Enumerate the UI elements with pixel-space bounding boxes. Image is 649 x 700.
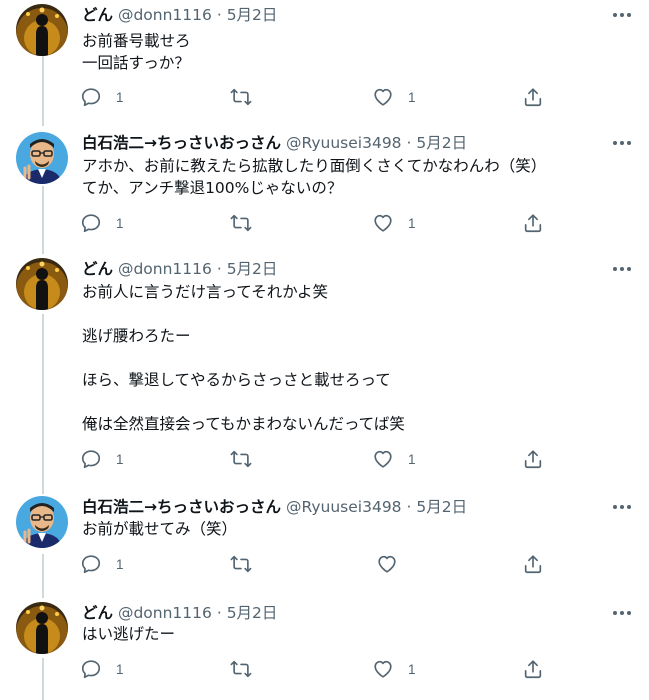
retweet-icon (230, 555, 252, 573)
tweet-date[interactable]: 5月2日 (227, 260, 278, 278)
reply-icon (81, 214, 101, 233)
tweet-text: お前番号載せろ 一回話すっか？ (82, 32, 191, 72)
like-icon (374, 450, 392, 468)
more-icon[interactable] (608, 602, 636, 624)
retweet-icon (230, 450, 252, 468)
dark-figure-avatar[interactable] (16, 602, 68, 654)
separator-dot: · (406, 134, 412, 152)
reply-button[interactable]: 1 (80, 212, 124, 234)
tweet-date[interactable]: 5月2日 (227, 604, 278, 622)
like-count: 1 (408, 89, 416, 105)
share-icon (524, 555, 542, 574)
like-count: 1 (408, 451, 416, 467)
more-icon[interactable] (608, 258, 636, 280)
tweet-header: どん @donn1116 · 5月2日 (82, 602, 277, 624)
like-count: 1 (408, 661, 416, 677)
like-button[interactable]: 1 (372, 86, 416, 108)
user-handle[interactable]: @donn1116 (118, 6, 212, 24)
reply-count: 1 (116, 451, 124, 467)
tweet-text: お前が載せてみ（笑） (82, 520, 238, 538)
like-button[interactable]: 1 (372, 448, 416, 470)
retweet-button[interactable] (230, 658, 266, 680)
more-icon[interactable] (608, 132, 636, 154)
retweet-button[interactable] (230, 448, 266, 470)
display-name[interactable]: どん (82, 6, 113, 24)
separator-dot: · (216, 260, 222, 278)
like-button[interactable] (376, 553, 412, 575)
retweet-button[interactable] (230, 212, 266, 234)
user-handle[interactable]: @donn1116 (118, 260, 212, 278)
separator-dot: · (216, 6, 222, 24)
tweet-text: はい逃げたー (82, 625, 176, 643)
tweet-header: 白石浩二→ちっさいおっさん @Ryuusei3498 · 5月2日 (82, 132, 467, 154)
reply-icon (81, 555, 101, 574)
tweet-date[interactable]: 5月2日 (416, 134, 467, 152)
display-name[interactable]: 白石浩二→ちっさいおっさん (82, 498, 281, 516)
display-name[interactable]: 白石浩二→ちっさいおっさん (82, 134, 281, 152)
reply-icon (81, 88, 101, 107)
tweet-text: お前人に言うだけ言ってそれかよ笑 逃げ腰わろたー ほら、撃退してやるからさっさと… (82, 283, 405, 433)
like-button[interactable]: 1 (372, 212, 416, 234)
share-icon (524, 214, 542, 233)
reply-count: 1 (116, 215, 124, 231)
reply-button[interactable]: 1 (80, 553, 124, 575)
like-icon (374, 214, 392, 232)
tweet-actions: 1 (80, 553, 550, 575)
display-name[interactable]: どん (82, 604, 113, 622)
tweet-actions: 1 1 (80, 86, 550, 108)
share-icon (524, 88, 542, 107)
tweet-actions: 1 1 (80, 212, 550, 234)
retweet-button[interactable] (230, 86, 266, 108)
share-button[interactable] (522, 658, 544, 680)
dark-figure-avatar[interactable] (16, 4, 68, 56)
tweet[interactable]: 白石浩二→ちっさいおっさん @Ryuusei3498 · 5月2日 アホか、お前… (0, 132, 649, 240)
tweet-date[interactable]: 5月2日 (227, 6, 278, 24)
retweet-icon (230, 660, 252, 678)
reply-button[interactable]: 1 (80, 86, 124, 108)
share-button[interactable] (522, 86, 544, 108)
user-handle[interactable]: @Ryuusei3498 (286, 498, 402, 516)
tweet-date[interactable]: 5月2日 (416, 498, 467, 516)
share-button[interactable] (522, 553, 544, 575)
tweet[interactable]: どん @donn1116 · 5月2日 はい逃げたー 1 1 (0, 602, 649, 690)
share-icon (524, 660, 542, 679)
reply-button[interactable]: 1 (80, 658, 124, 680)
more-icon[interactable] (608, 496, 636, 518)
like-icon (374, 660, 392, 678)
share-button[interactable] (522, 448, 544, 470)
separator-dot: · (216, 604, 222, 622)
reply-count: 1 (116, 556, 124, 572)
retweet-button[interactable] (230, 553, 266, 575)
share-icon (524, 450, 542, 469)
dark-figure-avatar[interactable] (16, 258, 68, 310)
cartoon-man-avatar[interactable] (16, 496, 68, 548)
tweet-header: どん @donn1116 · 5月2日 (82, 258, 277, 280)
more-icon[interactable] (608, 4, 636, 26)
tweet[interactable]: どん @donn1116 · 5月2日 お前番号載せろ 一回話すっか？ 1 1 (0, 4, 649, 112)
like-button[interactable]: 1 (372, 658, 416, 680)
reply-icon (81, 450, 101, 469)
tweet-header: 白石浩二→ちっさいおっさん @Ryuusei3498 · 5月2日 (82, 496, 467, 518)
tweet-actions: 1 1 (80, 448, 550, 470)
like-count: 1 (408, 215, 416, 231)
user-handle[interactable]: @Ryuusei3498 (286, 134, 402, 152)
tweet-actions: 1 1 (80, 658, 550, 680)
user-handle[interactable]: @donn1116 (118, 604, 212, 622)
tweet[interactable]: どん @donn1116 · 5月2日 お前人に言うだけ言ってそれかよ笑 逃げ腰… (0, 258, 649, 476)
reply-count: 1 (116, 661, 124, 677)
reply-icon (81, 660, 101, 679)
reply-count: 1 (116, 89, 124, 105)
like-icon (378, 555, 396, 573)
separator-dot: · (406, 498, 412, 516)
tweet-text: アホか、お前に教えたら拡散したり面倒くさくてかなわんわ（笑） てか、アンチ撃退1… (82, 157, 547, 197)
like-icon (374, 88, 392, 106)
tweet[interactable]: 白石浩二→ちっさいおっさん @Ryuusei3498 · 5月2日 お前が載せて… (0, 496, 649, 582)
cartoon-man-avatar[interactable] (16, 132, 68, 184)
retweet-icon (230, 88, 252, 106)
display-name[interactable]: どん (82, 260, 113, 278)
share-button[interactable] (522, 212, 544, 234)
tweet-header: どん @donn1116 · 5月2日 (82, 4, 277, 26)
reply-button[interactable]: 1 (80, 448, 124, 470)
retweet-icon (230, 214, 252, 232)
